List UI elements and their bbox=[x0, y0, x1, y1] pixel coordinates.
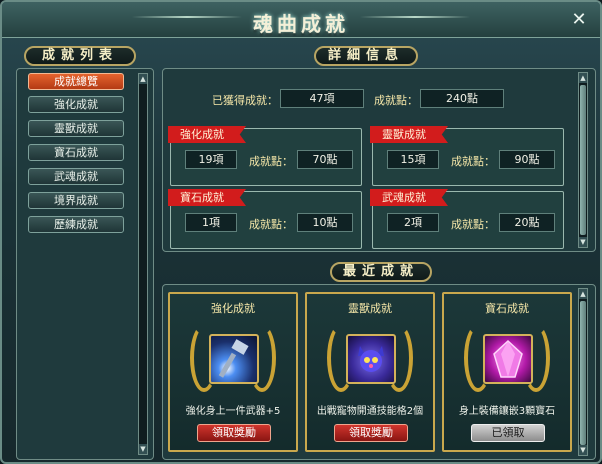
scroll-thumb[interactable] bbox=[580, 85, 586, 235]
recent-header: 最近成就 bbox=[330, 262, 432, 282]
category-points: 90點 bbox=[499, 150, 555, 169]
category-count: 2項 bbox=[387, 213, 439, 232]
scroll-thumb[interactable] bbox=[580, 301, 586, 445]
card-title: 寶石成就 bbox=[485, 302, 529, 315]
scroll-down-icon[interactable]: ▼ bbox=[579, 445, 587, 455]
claimed-button[interactable]: 已領取 bbox=[471, 424, 545, 442]
obtained-value: 47項 bbox=[280, 89, 364, 108]
sidebar-item-gem[interactable]: 寶石成就 bbox=[28, 144, 124, 161]
recent-card-gem: 寶石成就 身上裝備鑲嵌3顆寶石 已領取 bbox=[442, 292, 572, 452]
obtained-label: 已獲得成就： bbox=[212, 94, 278, 107]
points-label: 成就點： bbox=[374, 94, 418, 107]
category-count: 15項 bbox=[387, 150, 439, 169]
sidebar-item-experience[interactable]: 歷練成就 bbox=[28, 216, 124, 233]
recent-card-spirit-beast: 靈獸成就 出戰寵物開通技能格2個 領取獎勵 bbox=[305, 292, 435, 452]
recent-scrollbar[interactable]: ▲ ▼ bbox=[578, 288, 588, 456]
sidebar-item-realm[interactable]: 境界成就 bbox=[28, 192, 124, 209]
card-description: 出戰寵物開通技能格2個 bbox=[316, 406, 424, 417]
scroll-down-icon[interactable]: ▼ bbox=[579, 237, 587, 247]
card-description: 身上裝備鑲嵌3顆寶石 bbox=[458, 406, 556, 417]
category-box-enhance: 強化成就 19項 成就點： 70點 bbox=[168, 126, 362, 186]
title-bar: 魂曲成就 ✕ bbox=[2, 2, 600, 38]
sidebar-item-martial-soul[interactable]: 武魂成就 bbox=[28, 168, 124, 185]
details-header: 詳細信息 bbox=[314, 46, 418, 66]
sidebar-item-spirit-beast[interactable]: 靈獸成就 bbox=[28, 120, 124, 137]
category-count: 19項 bbox=[185, 150, 237, 169]
scroll-up-icon[interactable]: ▲ bbox=[579, 289, 587, 299]
scroll-up-icon[interactable]: ▲ bbox=[579, 73, 587, 83]
card-title: 強化成就 bbox=[211, 302, 255, 315]
category-points-label: 成就點： bbox=[249, 155, 293, 168]
scroll-down-icon[interactable]: ▼ bbox=[139, 444, 147, 454]
window-title: 魂曲成就 bbox=[253, 12, 349, 36]
details-scrollbar[interactable]: ▲ ▼ bbox=[578, 72, 588, 248]
spirit-beast-icon bbox=[346, 334, 396, 384]
claim-reward-button[interactable]: 領取獎勵 bbox=[334, 424, 408, 442]
hammer-icon bbox=[209, 334, 259, 384]
achievement-window: 魂曲成就 ✕ 成就列表 成就總覽 強化成就 靈獸成就 寶石成就 武魂成就 境界成… bbox=[0, 0, 602, 464]
category-box-gem: 寶石成就 1項 成就點： 10點 bbox=[168, 189, 362, 249]
scroll-up-icon[interactable]: ▲ bbox=[139, 74, 147, 84]
category-box-spirit-beast: 靈獸成就 15項 成就點： 90點 bbox=[370, 126, 564, 186]
category-points: 20點 bbox=[499, 213, 555, 232]
category-ribbon: 武魂成就 bbox=[370, 189, 448, 206]
sidebar-header: 成就列表 bbox=[24, 46, 136, 66]
card-description: 強化身上一件武器+5 bbox=[185, 406, 281, 417]
category-points-label: 成就點： bbox=[451, 155, 495, 168]
gem-icon bbox=[483, 334, 533, 384]
claim-reward-button[interactable]: 領取獎勵 bbox=[197, 424, 271, 442]
close-button[interactable]: ✕ bbox=[568, 9, 590, 31]
category-box-martial-soul: 武魂成就 2項 成就點： 20點 bbox=[370, 189, 564, 249]
category-points: 10點 bbox=[297, 213, 353, 232]
card-title: 靈獸成就 bbox=[348, 302, 392, 315]
category-ribbon: 靈獸成就 bbox=[370, 126, 448, 143]
points-value: 240點 bbox=[420, 89, 504, 108]
sidebar-scrollbar[interactable]: ▲ ▼ bbox=[138, 73, 148, 455]
category-points: 70點 bbox=[297, 150, 353, 169]
category-points-label: 成就點： bbox=[249, 218, 293, 231]
category-ribbon: 強化成就 bbox=[168, 126, 246, 143]
category-ribbon: 寶石成就 bbox=[168, 189, 246, 206]
category-count: 1項 bbox=[185, 213, 237, 232]
sidebar-item-overview[interactable]: 成就總覽 bbox=[28, 73, 124, 90]
sidebar-item-enhance[interactable]: 強化成就 bbox=[28, 96, 124, 113]
recent-card-enhance: 強化成就 強化身上一件武器+5 領取獎勵 bbox=[168, 292, 298, 452]
category-points-label: 成就點： bbox=[451, 218, 495, 231]
